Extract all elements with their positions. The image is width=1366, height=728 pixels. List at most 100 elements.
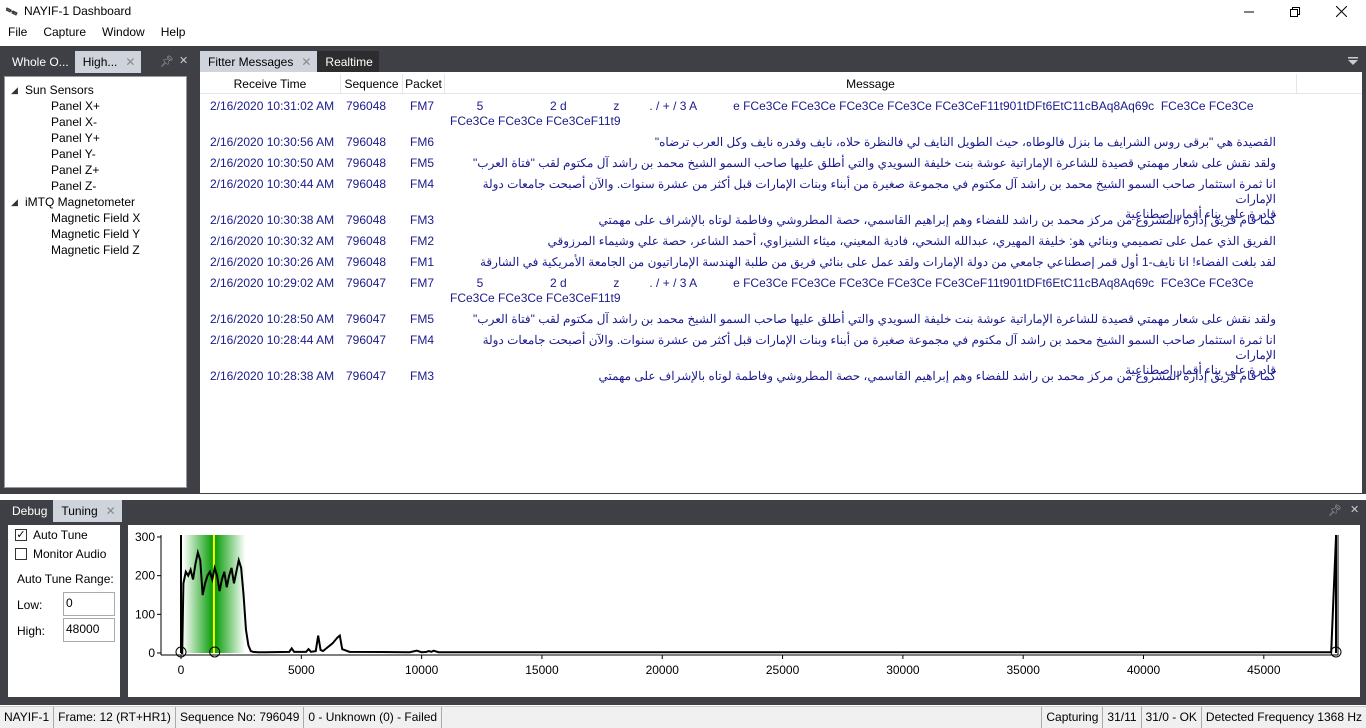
tree-item[interactable]: Panel Z+ <box>11 162 140 178</box>
tree-item[interactable]: Panel X+ <box>11 98 140 114</box>
cell-packet: FM4 <box>410 333 434 347</box>
cell-packet: FM2 <box>410 234 434 248</box>
cell-receive-time: 2/16/2020 10:30:44 AM <box>210 177 335 191</box>
tab-realtime[interactable]: Realtime <box>317 51 379 73</box>
status-capturing: Capturing <box>1042 707 1104 728</box>
tree-item[interactable]: Panel Y+ <box>11 130 140 146</box>
cell-message: الفريق الذي عمل على تصميمي وبنائي هو: خل… <box>547 234 1276 248</box>
tree-group-label: Sun Sensors <box>25 83 94 97</box>
dropdown-icon[interactable] <box>1348 57 1358 65</box>
table-row[interactable]: 2/16/2020 10:30:44 AM 796048 FM4 انا ثمرة ا… <box>200 174 1362 221</box>
cell-sequence: 796048 <box>346 135 387 149</box>
tab-high-resolution[interactable]: High... ✕ <box>74 51 142 73</box>
cell-receive-time: 2/16/2020 10:30:32 AM <box>210 234 335 248</box>
tree-item[interactable]: Magnetic Field Y <box>11 226 140 242</box>
cell-sequence: 796047 <box>346 369 387 383</box>
cell-receive-time: 2/16/2020 10:30:38 AM <box>210 213 335 227</box>
menu-file[interactable]: File <box>0 23 35 43</box>
column-header-receive-time[interactable]: Receive Time <box>200 74 341 94</box>
cell-message: 5 2 d z . / + / 3 A e FCe3Ce FCe3Ce FCe3… <box>450 276 1254 305</box>
tree-item[interactable]: Panel Y- <box>11 146 140 162</box>
auto-tune-checkbox[interactable]: ✓ Auto Tune <box>15 526 88 544</box>
grid-header: Receive Time Sequence Packet Message <box>200 74 1362 94</box>
collapse-arrow-icon[interactable]: ◢ <box>11 82 25 98</box>
tab-label: Tuning <box>61 504 98 518</box>
tree-item[interactable]: Panel Z- <box>11 178 140 194</box>
checkbox-box[interactable] <box>15 548 27 560</box>
y-tick-label: 200 <box>135 569 155 583</box>
y-tick-label: 300 <box>135 530 155 544</box>
menu-capture[interactable]: Capture <box>35 23 94 43</box>
close-panel-icon[interactable]: ✕ <box>1350 503 1359 516</box>
tree-group-sun-sensors[interactable]: ◢ Sun Sensors <box>11 82 140 98</box>
minimize-button[interactable] <box>1226 0 1272 23</box>
tab-fitter-messages[interactable]: Fitter Messages ✕ <box>200 51 318 73</box>
status-frame: Frame: 12 (RT+HR1) <box>54 707 176 728</box>
table-row[interactable]: 2/16/2020 10:30:38 AM 796048 FM3 كما قام فر… <box>200 210 1362 231</box>
status-spacer <box>442 707 1043 728</box>
cell-receive-time: 2/16/2020 10:30:50 AM <box>210 156 335 170</box>
column-header-packet[interactable]: Packet <box>403 74 445 94</box>
status-satellite: NAYIF-1 <box>0 707 55 728</box>
monitor-audio-checkbox[interactable]: Monitor Audio <box>15 545 106 563</box>
table-row[interactable]: 2/16/2020 10:30:26 AM 796048 FM1 لقد بلغت ا… <box>200 252 1362 273</box>
bottom-tab-strip: Debug Tuning ✕ <box>4 500 122 522</box>
pin-icon[interactable]: 📌︎ <box>1328 504 1342 517</box>
table-row[interactable]: 2/16/2020 10:30:50 AM 796048 FM5 ولقد نقش ع… <box>200 153 1362 174</box>
x-tick-label: 0 <box>178 663 185 677</box>
status-frequency: Detected Frequency 1368 Hz <box>1205 710 1362 724</box>
tab-label: Debug <box>12 504 48 518</box>
table-row[interactable]: 2/16/2020 10:28:50 AM 796047 FM5 ولقد نقش ع… <box>200 309 1362 330</box>
column-header-message[interactable]: Message <box>445 74 1297 94</box>
close-tab-icon[interactable]: ✕ <box>301 55 311 69</box>
left-tab-strip: Whole O... High... ✕ <box>4 51 142 73</box>
table-row[interactable]: 2/16/2020 10:30:32 AM 796048 FM2 الفريق الذ… <box>200 231 1362 252</box>
x-tick-label: 20000 <box>646 663 680 677</box>
close-button[interactable] <box>1318 0 1364 23</box>
close-tab-icon[interactable]: ✕ <box>125 55 135 69</box>
table-row[interactable]: 2/16/2020 10:29:02 AM 796047 FM7 5 2 d z .… <box>200 273 1362 309</box>
tree-item[interactable]: Magnetic Field X <box>11 210 140 226</box>
tree-group-magnetometer[interactable]: ◢ iMTQ Magnetometer <box>11 194 140 210</box>
table-row[interactable]: 2/16/2020 10:28:38 AM 796047 FM3 كما قام فر… <box>200 366 1362 387</box>
table-row[interactable]: 2/16/2020 10:30:56 AM 796048 FM6 القصيدة هي… <box>200 132 1362 153</box>
tab-label: Whole O... <box>12 55 69 69</box>
checkbox-label: Auto Tune <box>33 528 88 542</box>
column-header-sequence[interactable]: Sequence <box>341 74 403 94</box>
cell-receive-time: 2/16/2020 10:29:02 AM <box>210 276 335 290</box>
collapse-arrow-icon[interactable]: ◢ <box>11 194 25 210</box>
spectrum-line <box>181 536 1337 654</box>
cell-receive-time: 2/16/2020 10:28:38 AM <box>210 369 335 383</box>
low-label: Low: <box>17 598 43 612</box>
menu-help[interactable]: Help <box>153 23 194 43</box>
table-row[interactable]: 2/16/2020 10:28:44 AM 796047 FM4 انا ثمرة ا… <box>200 330 1362 377</box>
menu-bar: File Capture Window Help <box>0 23 1366 43</box>
main-tab-strip: Fitter Messages ✕ Realtime <box>200 51 379 73</box>
tab-whole-orbit[interactable]: Whole O... <box>4 51 75 73</box>
cell-message: كما قام فريق إدارة المشروع من مركز محمد … <box>598 369 1276 383</box>
tree-item[interactable]: Panel X- <box>11 114 140 130</box>
cell-message: القصيدة هي "برقى روس الشرايف ما بنزل فال… <box>654 135 1276 149</box>
tab-tuning[interactable]: Tuning ✕ <box>53 500 122 522</box>
pin-icon[interactable]: 📌︎ <box>160 55 174 68</box>
status-decode: 0 - Unknown (0) - Failed <box>304 707 443 728</box>
telemetry-tree: ◢ Sun Sensors Panel X+ Panel X- Panel Y+… <box>11 82 140 258</box>
tab-debug[interactable]: Debug <box>4 500 53 522</box>
cell-message: ولقد نقش على شعار مهمتي قصيدة للشاعرة ال… <box>473 312 1276 326</box>
checkbox-box[interactable]: ✓ <box>15 529 27 541</box>
y-tick-label: 100 <box>135 607 155 621</box>
low-frequency-input[interactable]: 0 <box>63 592 115 616</box>
tree-item[interactable]: Magnetic Field Z <box>11 242 140 258</box>
tab-label: High... <box>82 55 118 69</box>
menu-window[interactable]: Window <box>94 23 153 43</box>
close-tab-icon[interactable]: ✕ <box>106 504 116 518</box>
high-frequency-input[interactable]: 48000 <box>63 618 115 642</box>
grid-rows: 2/16/2020 10:31:02 AM 796048 FM7 5 2 d z .… <box>200 96 1362 387</box>
close-panel-icon[interactable]: ✕ <box>179 54 188 67</box>
cell-receive-time: 2/16/2020 10:28:44 AM <box>210 333 335 347</box>
restore-button[interactable] <box>1272 0 1318 23</box>
spectrum-chart[interactable]: 0 100 200 300 0 5000 10000 15000 20000 25000 30000… <box>128 525 1360 697</box>
table-row[interactable]: 2/16/2020 10:31:02 AM 796048 FM7 5 2 d z .… <box>200 96 1362 132</box>
x-tick-label: 30000 <box>886 663 920 677</box>
cell-sequence: 796048 <box>346 255 387 269</box>
